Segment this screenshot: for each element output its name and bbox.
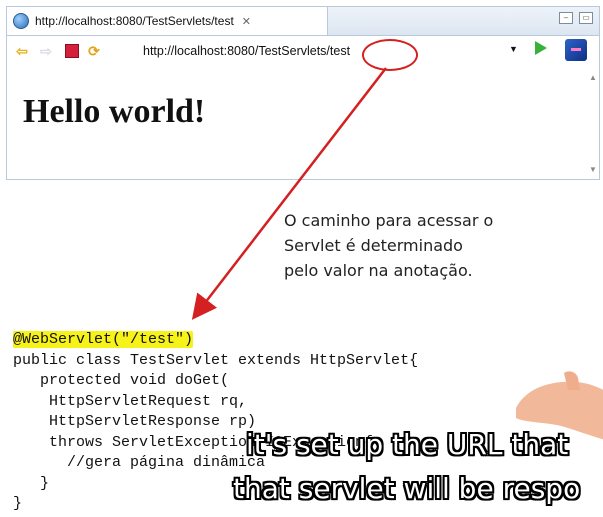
note-line: O caminho para acessar o — [284, 211, 494, 230]
note-line: Servlet é determinado — [284, 236, 463, 255]
subtitle-line-2: that servlet will be respo — [233, 472, 581, 505]
code-line: protected void doGet( — [13, 372, 230, 389]
annotation-note: O caminho para acessar o Servlet é deter… — [284, 208, 584, 283]
highlighted-annotation: @WebServlet("/test") — [13, 331, 194, 348]
code-line: public class TestServlet extends HttpSer… — [13, 351, 419, 369]
subtitle-line-1: it's set up the URL that — [246, 428, 569, 461]
note-line: pelo valor na anotação. — [284, 261, 473, 280]
code-line: HttpServletRequest rq, — [13, 392, 248, 410]
